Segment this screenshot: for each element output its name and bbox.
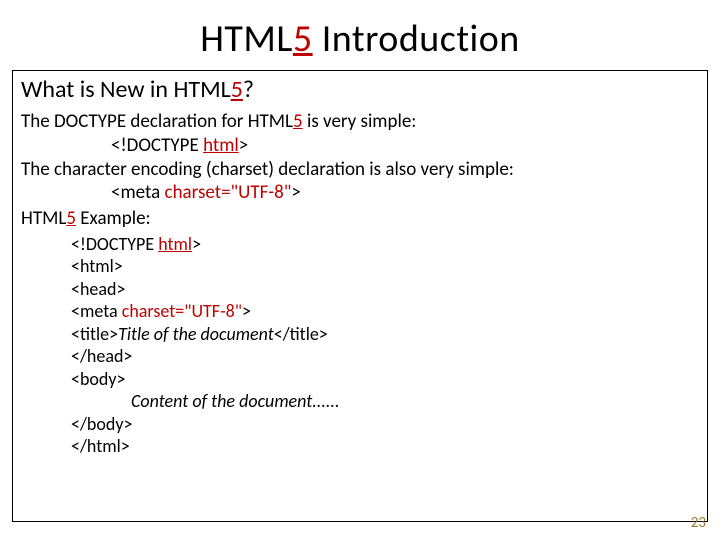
sub-red: 5 <box>231 75 243 104</box>
para-doctype: The DOCTYPE declaration for HTML5 is ver… <box>21 110 699 134</box>
ex-line-7: <body> <box>71 368 699 391</box>
p1-pre: The DOCTYPE declaration for HTML <box>21 110 293 133</box>
c2-red: charset="UTF-8" <box>165 181 292 204</box>
sub-pre: What is New in HTML <box>21 75 231 104</box>
example-label: HTML5 Example: <box>21 207 699 231</box>
page-number: 23 <box>691 514 706 532</box>
code-charset: <meta charset="UTF-8"> <box>21 181 699 205</box>
c2-post: > <box>291 181 300 204</box>
ex-line-9: </body> <box>71 413 699 436</box>
ex-line-1: <!DOCTYPE html> <box>71 233 699 256</box>
ex1-pre: <!DOCTYPE <box>71 233 158 255</box>
ex-line-10: </html> <box>71 435 699 458</box>
content-box: What is New in HTML5? The DOCTYPE declar… <box>12 70 708 522</box>
title-pre: HTML <box>200 16 293 62</box>
p1-post: is very simple: <box>303 110 417 133</box>
ex-line-6: </head> <box>71 345 699 368</box>
ex-line-5: <title>Title of the document</title> <box>71 323 699 346</box>
example-block: <!DOCTYPE html> <html> <head> <meta char… <box>21 233 699 458</box>
ex5-mid: Title of the document <box>118 323 274 345</box>
slide: HTML5 Introduction What is New in HTML5?… <box>0 0 720 540</box>
c2-pre: <meta <box>111 181 165 204</box>
code-doctype: <!DOCTYPE html> <box>21 134 699 158</box>
ex4-red: charset="UTF-8" <box>122 300 242 322</box>
ex-line-2: <html> <box>71 255 699 278</box>
c1-pre: <!DOCTYPE <box>111 134 203 157</box>
title-red: 5 <box>293 16 313 62</box>
c1-post: > <box>239 134 248 157</box>
c1-red: html <box>203 134 239 157</box>
ex-line-4: <meta charset="UTF-8"> <box>71 300 699 323</box>
ex4-post: > <box>242 300 251 322</box>
ex1-post: > <box>192 233 201 255</box>
para-charset: The character encoding (charset) declara… <box>21 158 699 182</box>
ex-line-8: Content of the document...... <box>71 390 699 413</box>
body-text: The DOCTYPE declaration for HTML5 is ver… <box>21 110 699 231</box>
ex5-post: </title> <box>274 323 328 345</box>
subheading: What is New in HTML5? <box>21 75 699 104</box>
ex-line-3: <head> <box>71 278 699 301</box>
p1-red: 5 <box>293 110 303 133</box>
sub-post: ? <box>243 75 254 104</box>
slide-title: HTML5 Introduction <box>12 16 708 62</box>
title-post: Introduction <box>313 16 520 62</box>
ex1-red: html <box>158 233 192 255</box>
ex-post: Example: <box>76 207 151 230</box>
ex5-pre: <title> <box>71 323 118 345</box>
ex-pre: HTML <box>21 207 66 230</box>
ex-red: 5 <box>66 207 76 230</box>
ex4-pre: <meta <box>71 300 122 322</box>
